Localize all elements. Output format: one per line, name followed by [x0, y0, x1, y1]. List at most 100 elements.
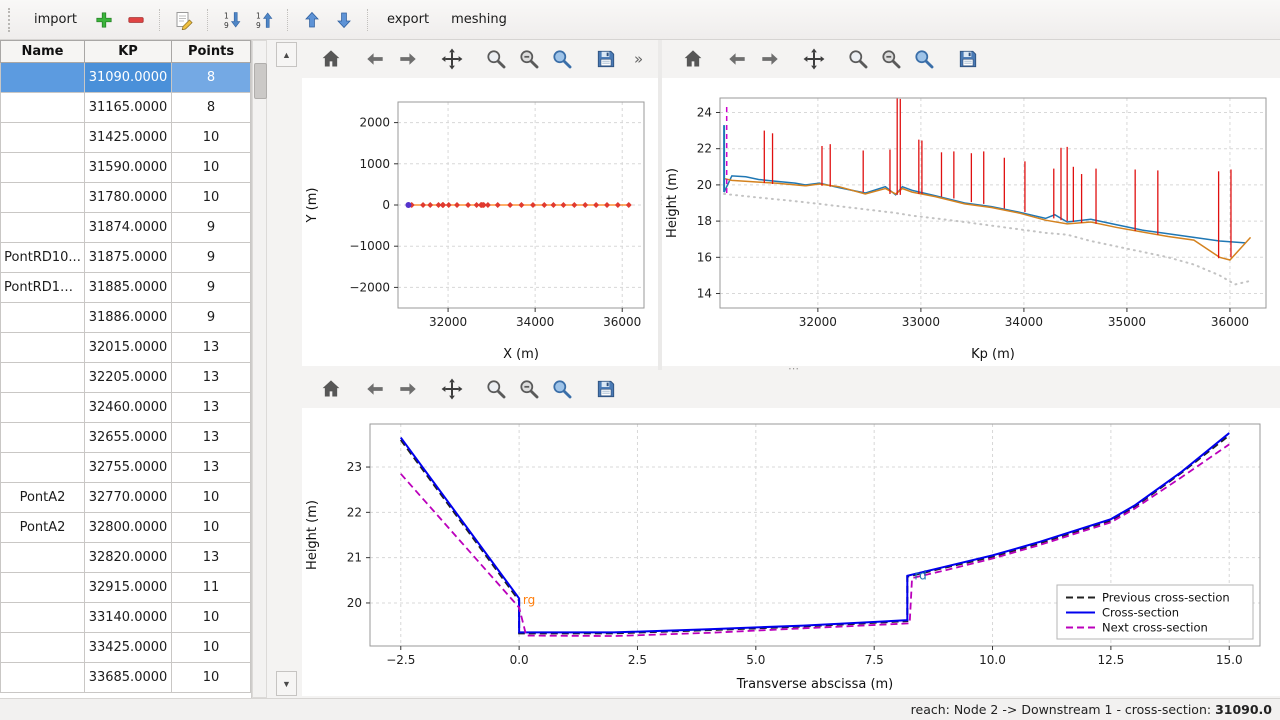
move-up-button[interactable] [298, 6, 326, 34]
forward-icon[interactable] [755, 44, 785, 74]
pan-icon[interactable] [437, 374, 467, 404]
cell-points[interactable]: 10 [172, 513, 251, 543]
zoom-region-icon[interactable] [909, 44, 939, 74]
cell-points[interactable]: 13 [172, 393, 251, 423]
table-row[interactable]: 33140.000010 [1, 603, 251, 633]
cell-points[interactable]: 10 [172, 183, 251, 213]
cell-kp[interactable]: 31874.0000 [85, 213, 172, 243]
cell-name[interactable]: PontRD10... [1, 243, 85, 273]
zoom-region-icon[interactable] [547, 374, 577, 404]
table-row[interactable]: 32915.000011 [1, 573, 251, 603]
cell-name[interactable]: PontA2 [1, 513, 85, 543]
back-icon[interactable] [360, 374, 390, 404]
cell-kp[interactable]: 31885.0000 [85, 273, 172, 303]
table-row[interactable]: PontRD101v31885.00009 [1, 273, 251, 303]
table-scrollbar[interactable] [252, 40, 267, 698]
cell-kp[interactable]: 33685.0000 [85, 663, 172, 693]
meshing-button[interactable]: meshing [442, 7, 516, 32]
cell-kp[interactable]: 32655.0000 [85, 423, 172, 453]
cell-name[interactable] [1, 393, 85, 423]
toolbar-handle[interactable] [8, 8, 15, 32]
cell-points[interactable]: 10 [172, 483, 251, 513]
cell-name[interactable] [1, 363, 85, 393]
cell-name[interactable] [1, 63, 85, 93]
remove-cross-section-button[interactable] [122, 6, 150, 34]
profile-plot[interactable]: 3200033000340003500036000141618202224Kp … [662, 78, 1280, 366]
cell-points[interactable]: 13 [172, 363, 251, 393]
cell-points[interactable]: 9 [172, 213, 251, 243]
cell-name[interactable] [1, 573, 85, 603]
sort-descending-button[interactable]: 19 [250, 6, 278, 34]
cell-name[interactable] [1, 423, 85, 453]
cell-kp[interactable]: 33425.0000 [85, 633, 172, 663]
cell-kp[interactable]: 32015.0000 [85, 333, 172, 363]
table-row[interactable]: PontRD10...31875.00009 [1, 243, 251, 273]
pan-icon[interactable] [799, 44, 829, 74]
cross-chart-canvas[interactable]: −2.50.02.55.07.510.012.515.020212223Tran… [302, 408, 1280, 696]
cell-points[interactable]: 9 [172, 273, 251, 303]
cell-name[interactable] [1, 153, 85, 183]
save-icon[interactable] [591, 374, 621, 404]
cell-kp[interactable]: 32770.0000 [85, 483, 172, 513]
cell-name[interactable] [1, 453, 85, 483]
export-button[interactable]: export [378, 7, 438, 32]
cell-kp[interactable]: 31090.0000 [85, 63, 172, 93]
table-row[interactable]: 33425.000010 [1, 633, 251, 663]
table-row[interactable]: PontA232800.000010 [1, 513, 251, 543]
forward-icon[interactable] [393, 44, 423, 74]
table-row[interactable]: 32205.000013 [1, 363, 251, 393]
subplots-icon[interactable] [514, 374, 544, 404]
add-cross-section-button[interactable] [90, 6, 118, 34]
cell-name[interactable] [1, 183, 85, 213]
cell-points[interactable]: 8 [172, 93, 251, 123]
cell-name[interactable] [1, 543, 85, 573]
zoom-icon[interactable] [481, 374, 511, 404]
zoom-region-icon[interactable] [547, 44, 577, 74]
column-header-name[interactable]: Name [1, 41, 85, 63]
column-header-points[interactable]: Points [172, 41, 251, 63]
cell-kp[interactable]: 31165.0000 [85, 93, 172, 123]
cell-points[interactable]: 10 [172, 663, 251, 693]
table-row[interactable]: 31886.00009 [1, 303, 251, 333]
cell-points[interactable]: 10 [172, 123, 251, 153]
cell-kp[interactable]: 32800.0000 [85, 513, 172, 543]
cell-kp[interactable]: 32915.0000 [85, 573, 172, 603]
cell-points[interactable]: 10 [172, 633, 251, 663]
move-down-button[interactable] [330, 6, 358, 34]
forward-icon[interactable] [393, 374, 423, 404]
sort-ascending-button[interactable]: 19 [218, 6, 246, 34]
cell-points[interactable]: 8 [172, 63, 251, 93]
cell-points[interactable]: 13 [172, 543, 251, 573]
table-row[interactable]: 32460.000013 [1, 393, 251, 423]
cell-points[interactable]: 9 [172, 243, 251, 273]
table-row[interactable]: PontA232770.000010 [1, 483, 251, 513]
zoom-icon[interactable] [481, 44, 511, 74]
scroll-down-button[interactable]: ▼ [276, 671, 297, 696]
table-row[interactable]: 31425.000010 [1, 123, 251, 153]
cell-kp[interactable]: 32755.0000 [85, 453, 172, 483]
scroll-up-button[interactable]: ▲ [276, 42, 297, 67]
zoom-icon[interactable] [843, 44, 873, 74]
table-row[interactable]: 31780.000010 [1, 183, 251, 213]
subplots-icon[interactable] [514, 44, 544, 74]
home-icon[interactable] [678, 44, 708, 74]
cell-name[interactable] [1, 213, 85, 243]
import-button[interactable]: import [25, 7, 86, 32]
cell-kp[interactable]: 32820.0000 [85, 543, 172, 573]
pan-icon[interactable] [437, 44, 467, 74]
cell-name[interactable] [1, 93, 85, 123]
cell-kp[interactable]: 31590.0000 [85, 153, 172, 183]
cell-name[interactable]: PontA2 [1, 483, 85, 513]
cell-points[interactable]: 11 [172, 573, 251, 603]
cell-points[interactable]: 13 [172, 423, 251, 453]
table-row[interactable]: 32820.000013 [1, 543, 251, 573]
cell-name[interactable]: PontRD101v [1, 273, 85, 303]
cell-kp[interactable]: 31875.0000 [85, 243, 172, 273]
edit-cross-section-button[interactable] [170, 6, 198, 34]
scrollbar-thumb[interactable] [254, 63, 267, 99]
cell-kp[interactable]: 31886.0000 [85, 303, 172, 333]
cell-name[interactable] [1, 633, 85, 663]
back-icon[interactable] [722, 44, 752, 74]
cell-name[interactable] [1, 123, 85, 153]
save-icon[interactable] [953, 44, 983, 74]
